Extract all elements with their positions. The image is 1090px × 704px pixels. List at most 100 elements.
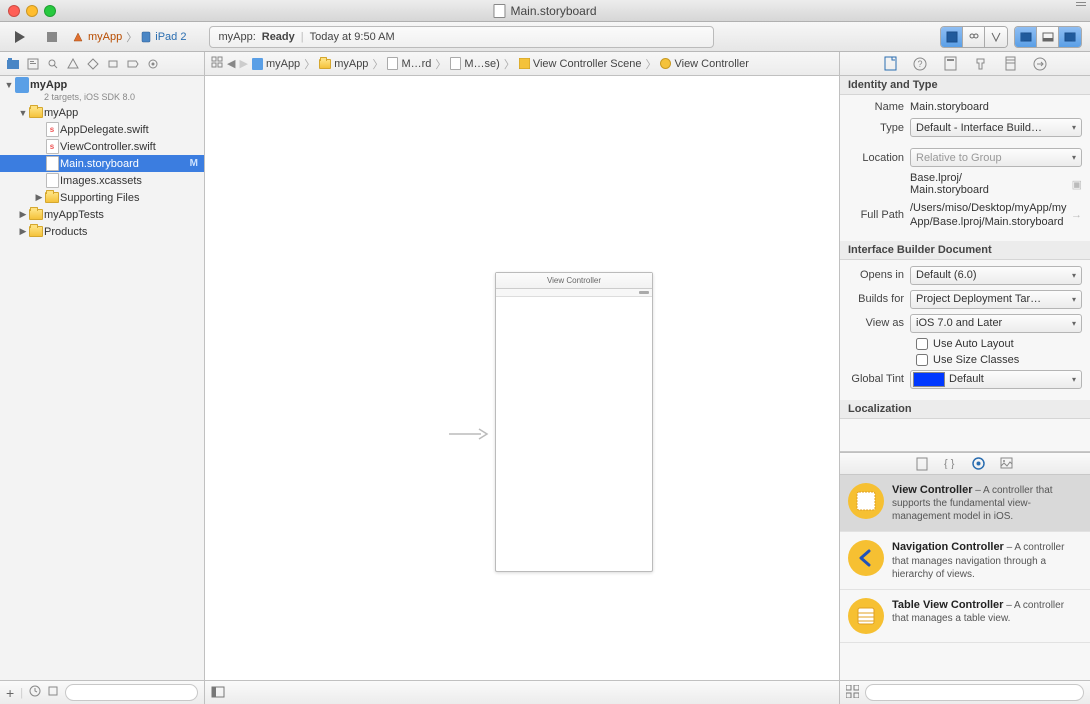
crumb-vc[interactable]: View Controller [660, 58, 748, 70]
app-icon [72, 31, 84, 43]
report-navigator-tab[interactable] [146, 57, 160, 71]
size-inspector-tab[interactable] [1002, 56, 1018, 72]
tree-item-group[interactable]: ▶ Products [0, 223, 204, 240]
tree-item-group[interactable]: ▶ myAppTests [0, 206, 204, 223]
close-window-button[interactable] [8, 5, 20, 17]
project-icon [15, 77, 29, 93]
tree-item-group[interactable]: ▼ myApp [0, 104, 204, 121]
crumb-project[interactable]: myApp [252, 58, 300, 70]
view-controller-scene[interactable]: View Controller [495, 272, 653, 572]
chevron-right-icon: 〉 [126, 29, 137, 45]
scm-filter-icon[interactable] [47, 685, 59, 700]
opens-in-select[interactable]: Default (6.0) [910, 266, 1082, 285]
editor-area: View Controller [205, 76, 840, 704]
navigator-filter-input[interactable] [65, 684, 198, 701]
editor-mode-segment [940, 26, 1008, 48]
quick-help-tab[interactable]: ? [912, 56, 928, 72]
jumpbar: ◀ ▶ myApp 〉 myApp 〉 M…rd 〉 M…se) 〉 View … [0, 52, 1090, 76]
project-subtitle: 2 targets, iOS SDK 8.0 [0, 92, 204, 102]
library-tabs: { } [840, 453, 1090, 475]
initial-vc-arrow-icon[interactable] [449, 426, 489, 442]
file-templates-tab[interactable] [916, 457, 930, 471]
tree-item-file-selected[interactable]: Main.storyboard M [0, 155, 204, 172]
assets-icon [46, 173, 59, 188]
minimize-window-button[interactable] [26, 5, 38, 17]
attributes-inspector-tab[interactable] [972, 56, 988, 72]
folder-button[interactable]: ▣ [1072, 178, 1082, 191]
document-outline-toggle[interactable] [211, 685, 227, 701]
library-view-toggle[interactable] [846, 685, 859, 701]
related-items-button[interactable] [211, 56, 223, 71]
assistant-editor-button[interactable] [963, 27, 985, 47]
test-navigator-tab[interactable] [86, 57, 100, 71]
tree-item-group[interactable]: ▶ Supporting Files [0, 189, 204, 206]
view-as-select[interactable]: iOS 7.0 and Later [910, 314, 1082, 333]
object-library-tab[interactable] [972, 457, 986, 471]
sizeclass-checkbox[interactable] [916, 354, 928, 366]
debug-navigator-tab[interactable] [106, 57, 120, 71]
disclosure-icon[interactable]: ▼ [18, 108, 28, 118]
standard-editor-button[interactable] [941, 27, 963, 47]
folder-icon [319, 59, 331, 69]
add-button[interactable]: + [6, 685, 14, 701]
navigator-footer: + | [0, 680, 204, 704]
project-navigator-tab[interactable] [6, 57, 20, 71]
forward-button[interactable]: ▶ [239, 57, 247, 70]
disclosure-icon[interactable]: ▶ [34, 192, 44, 203]
project-root[interactable]: ▼ myApp [0, 76, 204, 93]
find-navigator-tab[interactable] [46, 57, 60, 71]
view-controller-icon [848, 483, 884, 519]
toggle-debug-button[interactable] [1037, 27, 1059, 47]
crumb-group[interactable]: myApp [319, 58, 368, 70]
connections-inspector-tab[interactable] [1032, 56, 1048, 72]
recent-filter-icon[interactable] [29, 685, 41, 700]
symbol-navigator-tab[interactable] [26, 57, 40, 71]
library-item-navigation-controller[interactable]: Navigation Controller – A controller tha… [840, 532, 1090, 589]
code-snippets-tab[interactable]: { } [944, 457, 958, 471]
tree-item-file[interactable]: s ViewController.swift [0, 138, 204, 155]
global-tint-select[interactable]: Default [910, 370, 1082, 389]
tree-item-file[interactable]: s AppDelegate.swift [0, 121, 204, 138]
zoom-window-button[interactable] [44, 5, 56, 17]
file-type-select[interactable]: Default - Interface Build… [910, 118, 1082, 137]
disclosure-icon[interactable]: ▼ [4, 80, 14, 90]
navigator-panel: ▼ myApp 2 targets, iOS SDK 8.0 ▼ myApp s… [0, 76, 205, 704]
swift-icon: s [46, 122, 59, 137]
tree-item-file[interactable]: Images.xcassets [0, 172, 204, 189]
identity-inspector-tab[interactable] [942, 56, 958, 72]
disclosure-icon[interactable]: ▶ [18, 226, 28, 237]
traffic-lights [0, 5, 56, 17]
window-titlebar: Main.storyboard [0, 0, 1090, 22]
ib-canvas[interactable]: View Controller [205, 76, 839, 680]
ibdoc-section-header: Interface Builder Document [840, 241, 1090, 260]
builds-for-select[interactable]: Project Deployment Tar… [910, 290, 1082, 309]
breakpoint-navigator-tab[interactable] [126, 57, 140, 71]
stop-icon [47, 32, 57, 42]
file-inspector-tab[interactable] [882, 56, 898, 72]
back-button[interactable]: ◀ [227, 57, 235, 70]
toggle-utilities-button[interactable] [1059, 27, 1081, 47]
scheme-selector[interactable]: myApp 〉 iPad 2 [72, 29, 186, 45]
library-item-table-view-controller[interactable]: Table View Controller – A controller tha… [840, 590, 1090, 643]
issue-navigator-tab[interactable] [66, 57, 80, 71]
version-editor-button[interactable] [985, 27, 1007, 47]
play-icon [15, 31, 25, 43]
utilities-tabs: ? [840, 52, 1090, 75]
autolayout-checkbox[interactable] [916, 338, 928, 350]
scene-title: View Controller [496, 273, 652, 289]
library-item-view-controller[interactable]: View Controller – A controller that supp… [840, 475, 1090, 532]
crumb-base[interactable]: M…se) [450, 57, 499, 70]
location-select[interactable]: Relative to Group [910, 148, 1082, 167]
folder-icon [29, 226, 43, 237]
library-filter-input[interactable] [865, 684, 1084, 701]
fullscreen-icon[interactable] [1076, 2, 1086, 6]
stop-button[interactable] [40, 26, 64, 48]
svg-text:{ }: { } [944, 458, 955, 469]
crumb-file[interactable]: M…rd [387, 57, 431, 70]
reveal-button[interactable]: → [1071, 209, 1082, 221]
toggle-navigator-button[interactable] [1015, 27, 1037, 47]
crumb-scene[interactable]: View Controller Scene [519, 58, 642, 70]
run-button[interactable] [8, 26, 32, 48]
disclosure-icon[interactable]: ▶ [18, 209, 28, 220]
media-library-tab[interactable] [1000, 457, 1014, 471]
